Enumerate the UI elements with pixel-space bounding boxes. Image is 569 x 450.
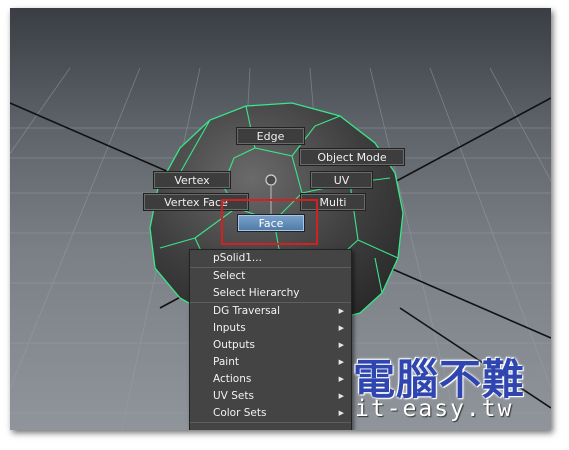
watermark: 電腦不難 it-easy.tw (353, 346, 551, 430)
marking-menu-vertex[interactable]: Vertex (153, 171, 231, 189)
maya-viewport[interactable]: Edge Object Mode Vertex UV Vertex Face M… (10, 8, 551, 430)
menu-item-uv-sets[interactable]: UV Sets ▶ (190, 388, 351, 405)
menu-item-paint[interactable]: Paint ▶ (190, 354, 351, 371)
submenu-arrow-icon: ▶ (338, 409, 344, 417)
marking-menu-object-mode[interactable]: Object Mode (299, 148, 405, 166)
menu-item-color-sets[interactable]: Color Sets ▶ (190, 405, 351, 422)
menu-item-label: Actions (213, 373, 252, 385)
submenu-arrow-icon: ▶ (338, 392, 344, 400)
menu-item-inputs[interactable]: Inputs ▶ (190, 320, 351, 337)
submenu-arrow-icon: ▶ (338, 375, 344, 383)
menu-item-outputs[interactable]: Outputs ▶ (190, 337, 351, 354)
submenu-arrow-icon: ▶ (338, 341, 344, 349)
submenu-arrow-icon: ▶ (338, 358, 344, 366)
menu-item-label: Inputs (213, 322, 246, 334)
menu-item-label: Select (213, 270, 246, 282)
menu-item-object-name[interactable]: pSolid1... (190, 250, 351, 267)
marking-menu-edge[interactable]: Edge (236, 127, 305, 145)
submenu-arrow-icon: ▶ (338, 307, 344, 315)
menu-item-label: Color Sets (213, 407, 267, 419)
menu-item-label: UV Sets (213, 390, 254, 402)
marking-menu-center (265, 174, 277, 186)
face-highlight-box (221, 199, 318, 245)
watermark-site: it-easy.tw (355, 396, 514, 422)
menu-item-label: DG Traversal (213, 305, 280, 317)
submenu-arrow-icon: ▶ (338, 324, 344, 332)
menu-separator (190, 422, 351, 423)
menu-item-select-hierarchy[interactable]: Select Hierarchy (190, 285, 351, 302)
menu-item-label: Outputs (213, 339, 255, 351)
context-menu[interactable]: pSolid1... Select Select Hierarchy DG Tr… (189, 249, 352, 430)
menu-item-label: Paint (213, 356, 239, 368)
menu-item-actions[interactable]: Actions ▶ (190, 371, 351, 388)
menu-item-select[interactable]: Select (190, 268, 351, 285)
menu-item-dg-traversal[interactable]: DG Traversal ▶ (190, 303, 351, 320)
marking-menu-uv[interactable]: UV (310, 171, 373, 189)
menu-item-label: Select Hierarchy (213, 287, 300, 299)
